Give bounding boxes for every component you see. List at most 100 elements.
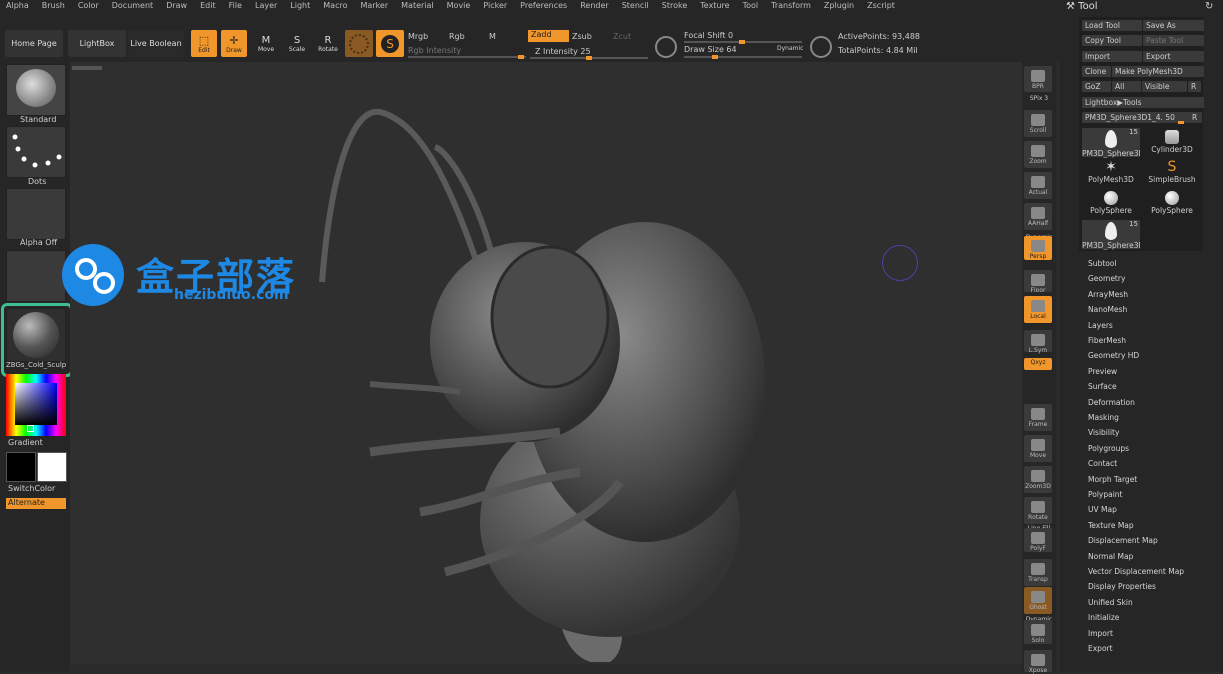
- secondary-color-swatch[interactable]: [6, 452, 36, 482]
- shelf-actual-button[interactable]: Actual: [1024, 172, 1052, 199]
- primary-color-swatch[interactable]: [37, 452, 67, 482]
- edit-button[interactable]: ⬚ Edit: [191, 30, 217, 57]
- shelf-local-button[interactable]: Local: [1024, 296, 1052, 323]
- menu-stencil[interactable]: Stencil: [622, 1, 649, 10]
- menu-render[interactable]: Render: [580, 1, 608, 10]
- tool-thumb-polymesh3d[interactable]: ✶ PolyMesh3D: [1082, 158, 1140, 187]
- alternate-button[interactable]: Alternate: [6, 498, 66, 509]
- move-button[interactable]: M Move: [253, 30, 279, 57]
- menu-marker[interactable]: Marker: [360, 1, 388, 10]
- shelf-polyf-button[interactable]: PolyF: [1024, 528, 1052, 552]
- tool-menu-masking[interactable]: Masking: [1088, 413, 1119, 422]
- goz-button[interactable]: GoZ: [1082, 81, 1111, 92]
- menu-zscript[interactable]: Zscript: [867, 1, 895, 10]
- tool-menu-surface[interactable]: Surface: [1088, 382, 1117, 391]
- rgb-intensity-slider[interactable]: Rgb Intensity: [408, 46, 461, 55]
- tool-menu-import[interactable]: Import: [1088, 629, 1113, 638]
- m-button[interactable]: M: [489, 32, 496, 41]
- tool-menu-preview[interactable]: Preview: [1088, 367, 1117, 376]
- tool-thumb-cylinder3d[interactable]: Cylinder3D: [1143, 128, 1201, 157]
- tool-menu-arraymesh[interactable]: ArrayMesh: [1088, 290, 1128, 299]
- brush-thumbnail[interactable]: [6, 64, 66, 116]
- scale-button[interactable]: S Scale: [284, 30, 310, 57]
- menu-file[interactable]: File: [229, 1, 242, 10]
- mrgb-button[interactable]: Mrgb: [408, 32, 428, 41]
- goz-all-button[interactable]: All: [1112, 81, 1141, 92]
- shelf-rotate-button[interactable]: Rotate: [1024, 497, 1052, 524]
- menu-brush[interactable]: Brush: [42, 1, 65, 10]
- goz-r-button[interactable]: R: [1188, 81, 1201, 92]
- current-tool-slider-handle[interactable]: [1178, 121, 1184, 124]
- shelf-zoom3d-button[interactable]: Zoom3D: [1024, 466, 1052, 493]
- menu-stroke[interactable]: Stroke: [662, 1, 688, 10]
- draw-button[interactable]: ✛ Draw: [221, 30, 247, 57]
- tool-menu-contact[interactable]: Contact: [1088, 459, 1117, 468]
- rgb-button[interactable]: Rgb: [449, 32, 465, 41]
- material-mode-button[interactable]: [345, 30, 373, 57]
- tool-menu-fibermesh[interactable]: FiberMesh: [1088, 336, 1126, 345]
- shelf-scroll-button[interactable]: Scroll: [1024, 110, 1052, 137]
- menu-color[interactable]: Color: [78, 1, 99, 10]
- paste-tool-button[interactable]: Paste Tool: [1143, 35, 1204, 46]
- lightbox-button[interactable]: LightBox: [68, 30, 126, 57]
- tool-menu-geometry[interactable]: Geometry: [1088, 274, 1125, 283]
- tool-menu-polypaint[interactable]: Polypaint: [1088, 490, 1123, 499]
- tool-menu-geometry-hd[interactable]: Geometry HD: [1088, 351, 1139, 360]
- color-picker[interactable]: [6, 374, 66, 436]
- tool-thumb-simplebrush[interactable]: S SimpleBrush: [1143, 158, 1201, 187]
- export-button[interactable]: Export: [1143, 51, 1204, 62]
- zadd-button[interactable]: Zadd: [528, 30, 569, 42]
- zsub-button[interactable]: Zsub: [572, 32, 592, 41]
- viewport-canvas[interactable]: 盒子部落 hezibuluo.com: [62, 62, 1022, 664]
- save-as-button[interactable]: Save As: [1143, 20, 1204, 31]
- tool-menu-normal-map[interactable]: Normal Map: [1088, 552, 1133, 561]
- tool-menu-uv-map[interactable]: UV Map: [1088, 505, 1117, 514]
- lightbox-tools-button[interactable]: Lightbox▶Tools: [1082, 97, 1204, 108]
- shelf-solo-button[interactable]: Solo: [1024, 620, 1052, 644]
- menu-zplugin[interactable]: Zplugin: [824, 1, 854, 10]
- shelf-bpr-button[interactable]: BPR: [1024, 66, 1052, 92]
- focal-shift-track[interactable]: [684, 40, 802, 44]
- tool-menu-vector-displacement-map[interactable]: Vector Displacement Map: [1088, 567, 1184, 576]
- menu-texture[interactable]: Texture: [700, 1, 729, 10]
- menu-preferences[interactable]: Preferences: [520, 1, 567, 10]
- tool-menu-polygroups[interactable]: Polygroups: [1088, 444, 1129, 453]
- tool-menu-visibility[interactable]: Visibility: [1088, 428, 1119, 437]
- home-page-button[interactable]: Home Page: [5, 30, 63, 57]
- stroke-thumbnail[interactable]: [6, 126, 66, 178]
- menu-edit[interactable]: Edit: [200, 1, 216, 10]
- tool-menu-deformation[interactable]: Deformation: [1088, 398, 1135, 407]
- rotate-button[interactable]: R Rotate: [315, 30, 341, 57]
- tool-menu-subtool[interactable]: Subtool: [1088, 259, 1116, 268]
- draw-size-slider[interactable]: Draw Size 64: [684, 45, 737, 54]
- material-thumbnail[interactable]: [6, 308, 66, 362]
- menu-material[interactable]: Material: [401, 1, 434, 10]
- import-button[interactable]: Import: [1082, 51, 1142, 62]
- color-picker-square[interactable]: [15, 383, 57, 425]
- texture-thumbnail[interactable]: [6, 250, 66, 302]
- current-tool-r-button[interactable]: R: [1189, 112, 1202, 123]
- menu-transform[interactable]: Transform: [771, 1, 811, 10]
- menu-light[interactable]: Light: [290, 1, 310, 10]
- shelf-aahalf-button[interactable]: AAHalf: [1024, 203, 1052, 230]
- tool-menu-displacement-map[interactable]: Displacement Map: [1088, 536, 1158, 545]
- shelf-xpose-button[interactable]: Xpose: [1024, 650, 1052, 674]
- tool-menu-texture-map[interactable]: Texture Map: [1088, 521, 1134, 530]
- sculpt-mode-button[interactable]: S: [376, 30, 404, 57]
- menu-picker[interactable]: Picker: [483, 1, 507, 10]
- shelf-transp-button[interactable]: Transp: [1024, 559, 1052, 586]
- shelf-ghost-button[interactable]: Ghost: [1024, 587, 1052, 614]
- shelf-qxyz-button[interactable]: Qxyz: [1024, 358, 1052, 370]
- alpha-thumbnail[interactable]: [6, 188, 66, 240]
- shelf-persp-button[interactable]: Persp: [1024, 236, 1052, 260]
- tool-menu-nanomesh[interactable]: NanoMesh: [1088, 305, 1127, 314]
- load-tool-button[interactable]: Load Tool: [1082, 20, 1142, 31]
- menu-document[interactable]: Document: [112, 1, 153, 10]
- switch-color-button[interactable]: SwitchColor: [8, 484, 55, 493]
- goz-visible-button[interactable]: Visible: [1142, 81, 1187, 92]
- menu-alpha[interactable]: Alpha: [6, 1, 29, 10]
- z-intensity-track[interactable]: [530, 56, 648, 60]
- tool-menu-morph-target[interactable]: Morph Target: [1088, 475, 1137, 484]
- menu-tool[interactable]: Tool: [743, 1, 759, 10]
- dynamic-toggle[interactable]: Dynamic: [777, 45, 803, 52]
